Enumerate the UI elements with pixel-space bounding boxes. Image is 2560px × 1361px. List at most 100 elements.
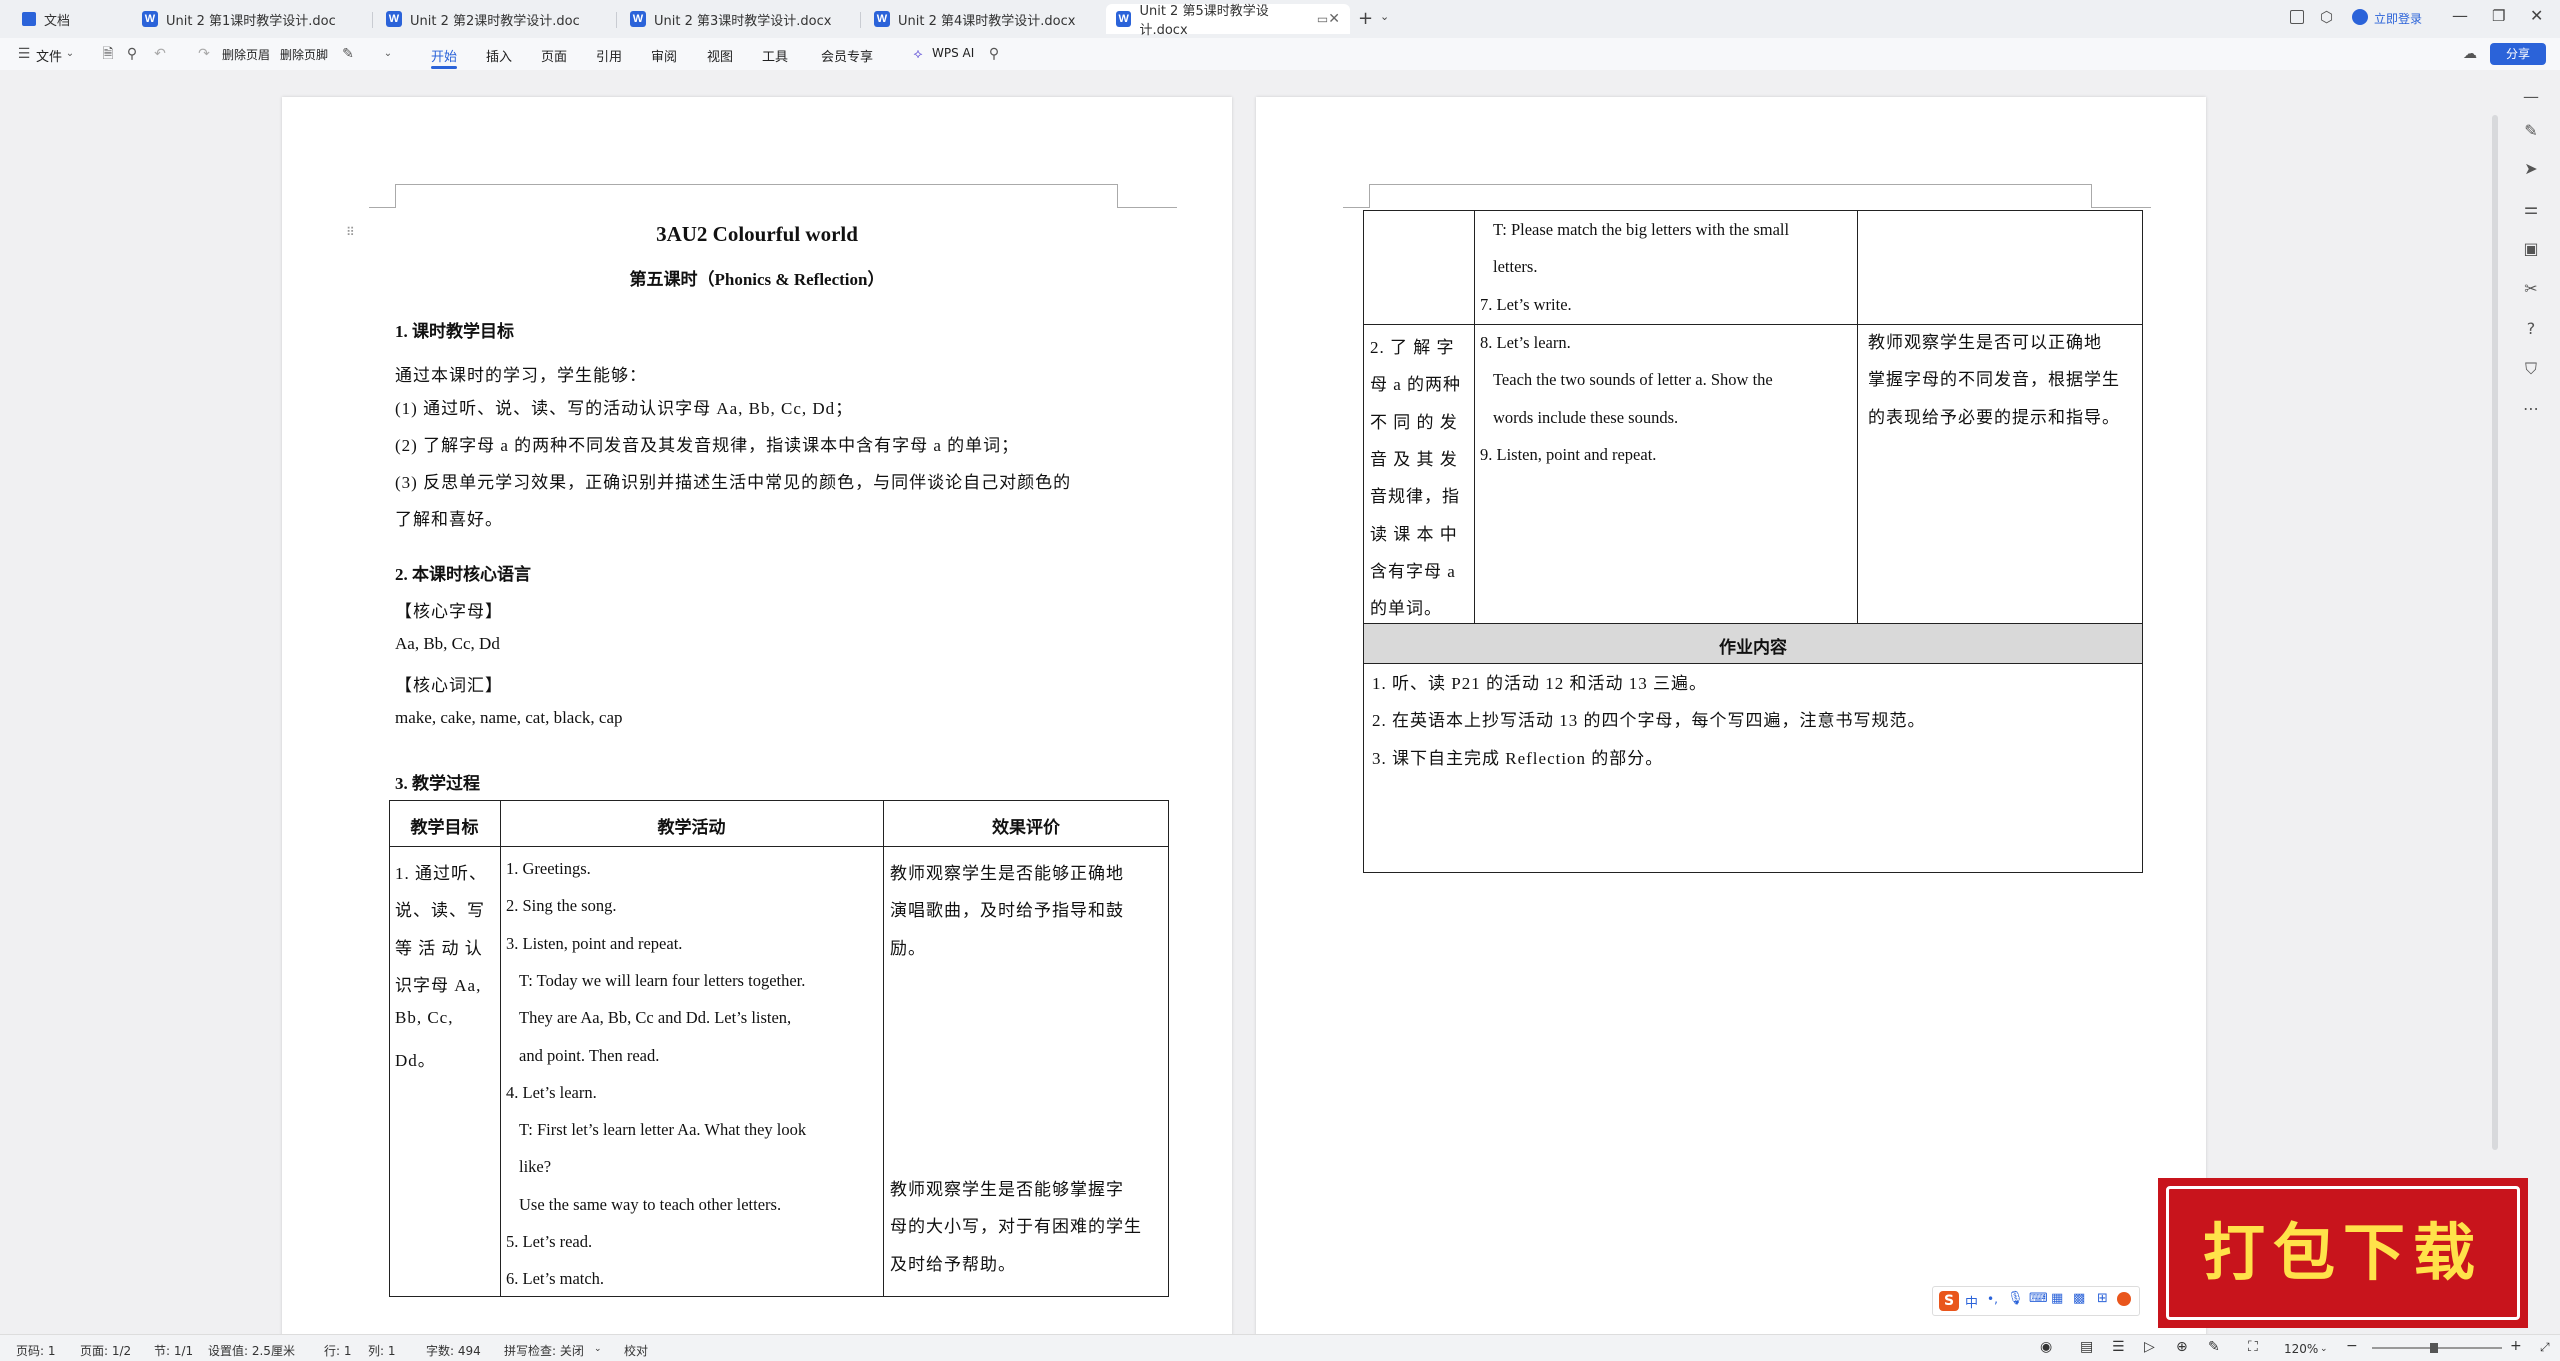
- outline-icon[interactable]: ☰: [2112, 1339, 2125, 1355]
- image-icon[interactable]: ▣: [2520, 238, 2542, 260]
- tab-tools[interactable]: 工具: [762, 46, 788, 65]
- cube-icon[interactable]: ⬡: [2320, 8, 2333, 26]
- delete-footer-button[interactable]: 删除页脚: [280, 46, 328, 63]
- cursor-icon[interactable]: ➤: [2520, 158, 2542, 180]
- help-icon[interactable]: ?: [2520, 318, 2542, 340]
- zoom-out-icon[interactable]: −: [2346, 1338, 2358, 1354]
- edit-icon[interactable]: ✎: [340, 46, 356, 62]
- col-info: 列: 1: [368, 1344, 396, 1358]
- avatar-icon[interactable]: [2117, 1292, 2131, 1306]
- save-icon[interactable]: 🗎: [100, 46, 116, 62]
- chevron-down-icon[interactable]: ⌄: [2320, 1344, 2328, 1354]
- ime-mode[interactable]: 中: [1965, 1292, 1978, 1311]
- avatar[interactable]: [2352, 9, 2368, 25]
- table-header: 效果评价: [992, 818, 1060, 837]
- goal-cell-line: 识字母 Aa,: [395, 975, 482, 995]
- goal-cell-line: 音 及 其 发: [1370, 449, 1458, 469]
- web-icon[interactable]: ⊕: [2176, 1339, 2188, 1355]
- activity-line: T: First let’s learn letter Aa. What the…: [519, 1120, 807, 1140]
- new-tab-icon[interactable]: +: [1358, 8, 1373, 29]
- cloud-icon[interactable]: ☁: [2462, 46, 2478, 62]
- grid-icon[interactable]: ⊞: [2097, 1291, 2108, 1306]
- chevron-down-icon[interactable]: ⌄: [380, 46, 396, 62]
- tab-member[interactable]: 会员专享: [821, 46, 873, 65]
- minimize-icon[interactable]: —: [2452, 6, 2468, 25]
- wps-ai-icon[interactable]: ⟡: [910, 46, 926, 62]
- tab-references[interactable]: 引用: [596, 46, 622, 65]
- zoom-level[interactable]: 120%: [2284, 1342, 2318, 1356]
- window-mode-icon[interactable]: [2290, 10, 2304, 24]
- share-button[interactable]: 分享: [2490, 43, 2546, 65]
- pen-icon[interactable]: ✎: [2208, 1339, 2220, 1355]
- activity-line: Teach the two sounds of letter a. Show t…: [1493, 370, 1773, 390]
- zoom-thumb[interactable]: [2430, 1343, 2438, 1353]
- activity-line: 5. Let’s read.: [506, 1232, 593, 1251]
- activity-line: 9. Listen, point and repeat.: [1480, 444, 1657, 464]
- chevron-down-icon[interactable]: ⌄: [1380, 10, 1389, 23]
- word-count[interactable]: 字数: 494: [426, 1342, 481, 1359]
- skin-icon[interactable]: ▦: [2051, 1291, 2063, 1306]
- tab-page[interactable]: 页面: [541, 46, 567, 65]
- section-info[interactable]: 节: 1/1: [154, 1342, 193, 1359]
- sogou-icon[interactable]: S: [1939, 1291, 1959, 1311]
- expand-icon[interactable]: ⤢: [2540, 1340, 2550, 1355]
- sliders-icon[interactable]: ⚌: [2520, 198, 2542, 220]
- chevron-down-icon[interactable]: ⌄: [594, 1344, 602, 1354]
- banner-text: 打包下载: [2202, 1216, 2483, 1289]
- delete-header-button[interactable]: 删除页眉: [222, 46, 270, 63]
- row-info: 行: 1: [324, 1344, 352, 1358]
- tab-doc-1[interactable]: W Unit 2 第1课时教学设计.doc: [132, 4, 372, 34]
- restore-icon[interactable]: ❐: [2492, 7, 2505, 25]
- eye-icon[interactable]: ◉: [2040, 1339, 2052, 1355]
- tab-doc-3[interactable]: W Unit 2 第3课时教学设计.docx: [620, 4, 860, 34]
- close-icon[interactable]: ✕: [1328, 11, 1340, 27]
- tab-doc-5[interactable]: W Unit 2 第5课时教学设计.docx ▭ ✕: [1106, 4, 1350, 38]
- search-icon[interactable]: ⚲: [986, 46, 1002, 62]
- redo-icon[interactable]: ↷: [196, 46, 212, 62]
- goal-cell-line: Dd。: [395, 1050, 436, 1070]
- page-view-icon[interactable]: ▤: [2080, 1339, 2093, 1355]
- fit-icon[interactable]: ⛶: [2248, 1339, 2258, 1355]
- play-icon[interactable]: ▷: [2144, 1339, 2155, 1355]
- tab-view[interactable]: 视图: [707, 46, 733, 65]
- tab-start[interactable]: 开始: [431, 46, 457, 65]
- vertical-scrollbar[interactable]: [2492, 115, 2498, 1150]
- pen-icon[interactable]: ✎: [2520, 120, 2542, 142]
- core-letters-label: 【核心字母】: [395, 602, 503, 621]
- activity-line: 4. Let’s learn.: [506, 1082, 597, 1102]
- goal-cell-line: 2. 了 解 字: [1370, 338, 1455, 357]
- punctuation-icon[interactable]: •,: [1987, 1292, 1998, 1306]
- wps-ai-button[interactable]: WPS AI: [932, 46, 974, 60]
- tab-review[interactable]: 审阅: [651, 46, 677, 65]
- undo-icon[interactable]: ↶: [152, 46, 168, 62]
- page-code[interactable]: 页码: 1: [16, 1342, 56, 1359]
- page-count[interactable]: 页面: 1/2: [80, 1342, 131, 1359]
- tab-home[interactable]: 文档: [12, 4, 132, 34]
- more-icon[interactable]: ⋯: [2520, 398, 2542, 420]
- setting-value[interactable]: 设置值: 2.5厘米: [208, 1342, 295, 1359]
- tab-doc-2[interactable]: W Unit 2 第2课时教学设计.doc: [376, 4, 616, 34]
- hamburger-icon[interactable]: ☰: [16, 46, 32, 62]
- apps-icon[interactable]: ▩: [2073, 1291, 2085, 1306]
- search-doc-icon[interactable]: ⚲: [124, 46, 140, 62]
- status-bar: 页码: 1 页面: 1/2 节: 1/1 设置值: 2.5厘米 行: 1 列: …: [0, 1334, 2560, 1361]
- shirt-icon[interactable]: ⛉: [2520, 358, 2542, 380]
- word-icon: W: [874, 11, 890, 27]
- file-menu[interactable]: 文件: [36, 46, 62, 65]
- zoom-in-icon[interactable]: +: [2510, 1338, 2522, 1354]
- collapse-icon[interactable]: —: [2520, 86, 2542, 108]
- activity-line: Use the same way to teach other letters.: [519, 1194, 782, 1214]
- close-window-icon[interactable]: ✕: [2530, 6, 2543, 25]
- tab-doc-4[interactable]: W Unit 2 第4课时教学设计.docx: [864, 4, 1104, 34]
- tab-insert[interactable]: 插入: [486, 46, 512, 65]
- goal-cell-line: 1. 通过听、: [395, 864, 487, 883]
- mic-icon[interactable]: 🎙: [2007, 1291, 2024, 1306]
- tools-icon[interactable]: ✂: [2520, 278, 2542, 300]
- chevron-down-icon[interactable]: ⌄: [62, 46, 78, 62]
- proofread-button[interactable]: 校对: [624, 1342, 648, 1359]
- download-banner[interactable]: 打包下载: [2158, 1178, 2528, 1328]
- spell-check[interactable]: 拼写检查: 关闭: [504, 1342, 584, 1359]
- login-link[interactable]: 立即登录: [2374, 10, 2422, 27]
- word-icon: W: [386, 11, 402, 27]
- keyboard-icon[interactable]: ⌨: [2029, 1291, 2048, 1306]
